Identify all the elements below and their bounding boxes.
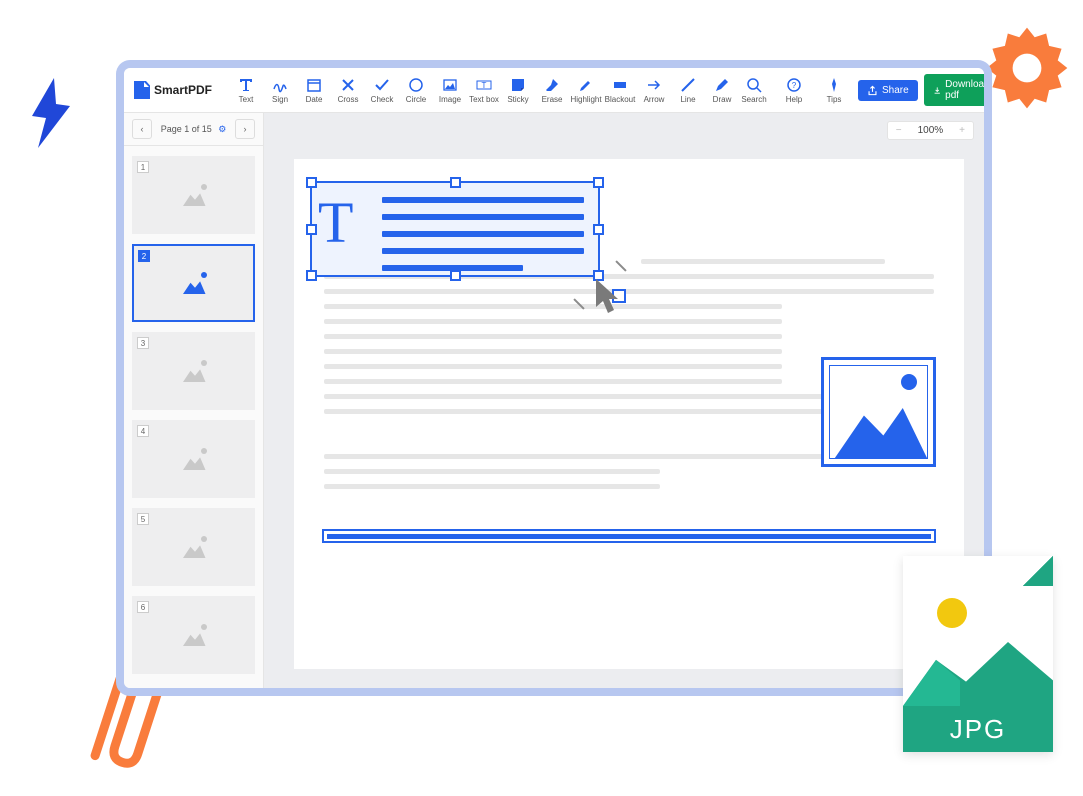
thumb-image-icon (179, 624, 209, 646)
tool-cross[interactable]: Cross (332, 77, 364, 104)
zoom-control: − 100% + (887, 121, 974, 140)
thumb-image-icon (179, 272, 209, 294)
tool-textbox[interactable]: TText box (468, 77, 500, 104)
tips-button[interactable]: Tips (818, 77, 850, 104)
zoom-out-button[interactable]: − (888, 122, 910, 139)
help-button[interactable]: ?Help (778, 77, 810, 104)
image-placeholder[interactable] (821, 357, 936, 467)
tool-draw[interactable]: Draw (706, 77, 738, 104)
thumbnail-4[interactable]: 4 (132, 420, 255, 498)
cross-icon (340, 77, 356, 93)
tool-check[interactable]: Check (366, 77, 398, 104)
cursor-icon (594, 277, 630, 317)
main-toolbar: SmartPDF Text Sign Date Cross Check Circ… (124, 68, 984, 113)
tool-sticky[interactable]: Sticky (502, 77, 534, 104)
resize-handle-bm[interactable] (450, 270, 461, 281)
arrow-icon (646, 77, 662, 93)
resize-handle-tl[interactable] (306, 177, 317, 188)
resize-handle-tr[interactable] (593, 177, 604, 188)
gear-icon[interactable]: ⚙ (216, 124, 227, 134)
download-icon (933, 85, 941, 96)
textbox-lines (382, 197, 584, 271)
circle-icon (408, 77, 424, 93)
thumb-image-icon (179, 360, 209, 382)
search-button[interactable]: Search (738, 77, 770, 104)
jpg-label: JPG (903, 706, 1053, 752)
share-icon (867, 85, 878, 96)
thumbnail-1[interactable]: 1 (132, 156, 255, 234)
tool-highlight[interactable]: Highlight (570, 77, 602, 104)
tips-icon (826, 77, 842, 93)
draw-icon (714, 77, 730, 93)
textbox-icon: T (476, 77, 492, 93)
date-icon (306, 77, 322, 93)
sun-icon (901, 374, 917, 390)
tool-image[interactable]: Image (434, 77, 466, 104)
canvas-area[interactable]: − 100% + T (264, 113, 984, 688)
help-group: Search ?Help Tips (738, 77, 850, 104)
resize-handle-bl[interactable] (306, 270, 317, 281)
app-name: SmartPDF (154, 83, 212, 97)
image-icon (442, 77, 458, 93)
tool-erase[interactable]: Erase (536, 77, 568, 104)
download-button[interactable]: Download pdf (924, 74, 984, 106)
tool-arrow[interactable]: Arrow (638, 77, 670, 104)
thumbnail-5[interactable]: 5 (132, 508, 255, 586)
line-icon (680, 77, 696, 93)
thumb-image-icon (179, 448, 209, 470)
resize-handle-ml[interactable] (306, 224, 317, 235)
jpg-file-card: JPG (903, 556, 1053, 752)
zoom-value: 100% (910, 122, 952, 139)
tool-sign[interactable]: Sign (264, 77, 296, 104)
gear-decoration-icon (979, 20, 1075, 116)
thumb-image-icon (179, 536, 209, 558)
share-button[interactable]: Share (858, 80, 918, 101)
svg-text:T: T (482, 81, 487, 90)
svg-text:?: ? (792, 81, 797, 90)
next-page-button[interactable]: › (235, 119, 255, 139)
tool-date[interactable]: Date (298, 77, 330, 104)
search-icon (746, 77, 762, 93)
tool-text[interactable]: Text (230, 77, 262, 104)
page-indicator: Page 1 of 15 ⚙ (161, 124, 227, 135)
help-icon: ? (786, 77, 802, 93)
sticky-icon (510, 77, 526, 93)
thumbnail-2[interactable]: 2 (132, 244, 255, 322)
resize-handle-mr[interactable] (593, 224, 604, 235)
tool-circle[interactable]: Circle (400, 77, 432, 104)
sidebar-header: ‹ Page 1 of 15 ⚙ › (124, 113, 263, 146)
app-frame: SmartPDF Text Sign Date Cross Check Circ… (116, 60, 992, 696)
thumbnail-3[interactable]: 3 (132, 332, 255, 410)
tool-line[interactable]: Line (672, 77, 704, 104)
tool-blackout[interactable]: Blackout (604, 77, 636, 104)
logo-icon (134, 81, 150, 99)
resize-handle-tm[interactable] (450, 177, 461, 188)
erase-icon (544, 77, 560, 93)
action-buttons: Share Download pdf (858, 74, 984, 106)
app-body: ‹ Page 1 of 15 ⚙ › 1 2 3 4 5 6 − 100% + … (124, 113, 984, 688)
bolt-decoration-icon (26, 78, 76, 148)
check-icon (374, 77, 390, 93)
prev-page-button[interactable]: ‹ (132, 119, 152, 139)
thumbnail-list[interactable]: 1 2 3 4 5 6 (124, 146, 263, 688)
app-window: SmartPDF Text Sign Date Cross Check Circ… (124, 68, 984, 688)
blackout-icon (612, 77, 628, 93)
zoom-in-button[interactable]: + (951, 122, 973, 139)
tool-list: Text Sign Date Cross Check Circle Image … (230, 77, 738, 104)
thumbnail-6[interactable]: 6 (132, 596, 255, 674)
sign-icon (272, 77, 288, 93)
thumbnails-sidebar: ‹ Page 1 of 15 ⚙ › 1 2 3 4 5 6 (124, 113, 264, 688)
selected-textbox[interactable]: T (310, 181, 600, 277)
dropcap-letter: T (318, 189, 353, 256)
document-page[interactable]: T (294, 159, 964, 669)
selected-line[interactable] (322, 529, 936, 543)
highlight-icon (578, 77, 594, 93)
app-logo[interactable]: SmartPDF (134, 81, 212, 99)
jpg-sun-icon (937, 598, 967, 628)
text-icon (238, 77, 254, 93)
thumb-image-icon (179, 184, 209, 206)
